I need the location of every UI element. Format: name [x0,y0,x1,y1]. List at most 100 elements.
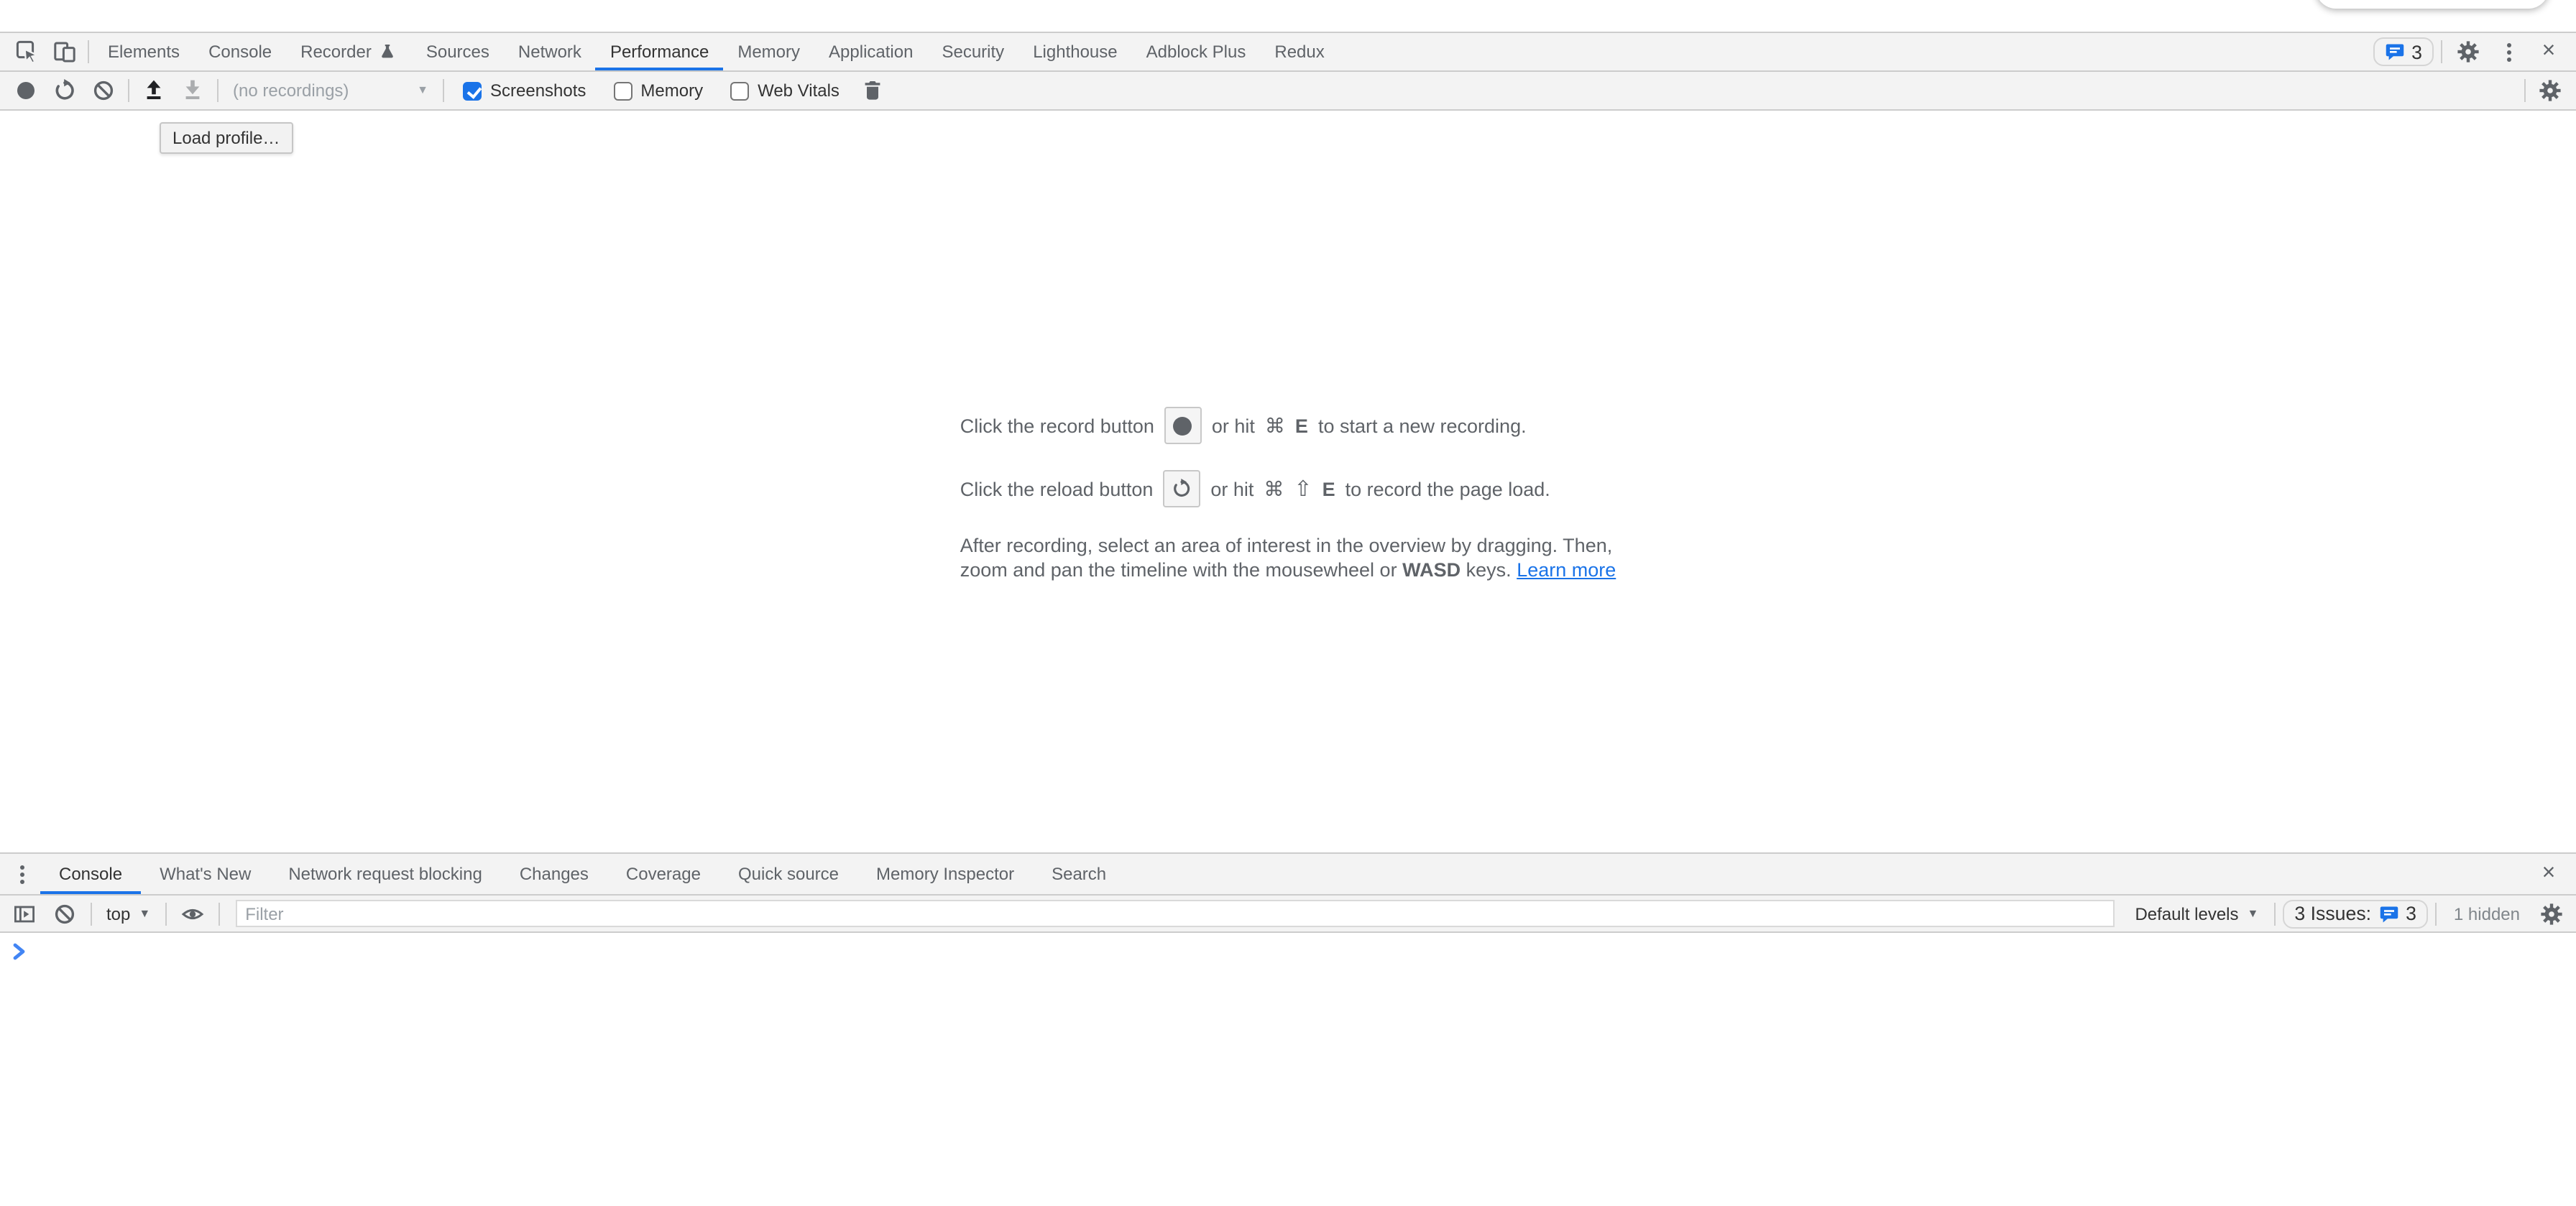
tab-label: Console [208,42,272,62]
record-button-illustration[interactable] [1164,407,1202,444]
record-instruction-row: Click the record button or hit ⌘ E to st… [960,407,1616,444]
tab-sources[interactable]: Sources [412,33,504,70]
console-messages-area[interactable] [0,933,2576,1206]
drawer-tab-search[interactable]: Search [1033,854,1125,894]
cmd-key-glyph: ⌘ [1264,477,1284,501]
load-profile-button[interactable] [135,72,172,109]
main-tabbar: Elements Console Recorder Sources Networ… [0,32,2576,72]
close-icon: × [2542,862,2556,885]
tab-recorder[interactable]: Recorder [286,33,412,70]
tab-performance[interactable]: Performance [596,33,723,70]
web-vitals-checkbox-group[interactable]: Web Vitals [730,80,840,101]
memory-checkbox[interactable] [613,81,632,100]
issues-icon [2384,42,2404,62]
capture-settings-button[interactable] [2531,72,2569,109]
drawer-tab-quick-source[interactable]: Quick source [719,854,857,894]
save-profile-button[interactable] [174,72,211,109]
tab-memory[interactable]: Memory [723,33,814,70]
issues-counter-button[interactable]: 3 [2373,37,2434,66]
javascript-context-select[interactable]: top ▼ [99,903,157,924]
more-options-button[interactable] [2490,33,2527,70]
kebab-menu-icon [2506,42,2511,61]
tab-lighthouse[interactable]: Lighthouse [1018,33,1131,70]
device-toolbar-button[interactable] [46,33,83,70]
inspect-element-button[interactable] [9,33,46,70]
divider [88,40,89,63]
drawer-tab-network-request-blocking[interactable]: Network request blocking [270,854,500,894]
gear-icon [2457,40,2480,63]
create-live-expression-button[interactable] [173,895,211,932]
device-toolbar-icon [53,40,76,63]
tab-label: Redux [1274,42,1324,62]
tab-label: Console [59,864,122,884]
console-issues-button[interactable]: 3 Issues: 3 [2283,899,2428,928]
memory-checkbox-group[interactable]: Memory [613,80,703,101]
clear-console-button[interactable] [46,895,83,932]
beaker-icon [379,42,397,61]
tab-elements[interactable]: Elements [93,33,194,70]
issues-count: 3 [2411,41,2422,63]
close-drawer-button[interactable]: × [2530,855,2567,893]
checkbox-label: Memory [640,80,703,101]
kebab-menu-icon [19,865,24,883]
gear-icon [2539,79,2562,102]
divider [2274,902,2276,925]
tab-label: Adblock Plus [1146,42,1246,62]
wasd-keys-text: WASD [1402,559,1460,581]
instruction-text: Click the reload button [960,478,1154,500]
drawer-tab-whats-new[interactable]: What's New [141,854,270,894]
clear-icon [92,79,115,102]
record-button[interactable] [7,72,45,109]
console-settings-button[interactable] [2533,895,2570,932]
tabbar-right-controls: 3 × [2373,33,2576,70]
drawer-tab-console[interactable]: Console [40,854,141,894]
garbage-collect-button[interactable] [854,72,891,109]
devtools-window: Elements Console Recorder Sources Networ… [0,0,2576,1206]
close-devtools-button[interactable]: × [2530,33,2567,70]
console-filter-input[interactable] [235,900,2115,927]
tab-security[interactable]: Security [927,33,1018,70]
console-toolbar: top ▼ Default levels ▼ 3 Issues: 3 1 hid… [0,896,2576,933]
log-levels-select[interactable]: Default levels ▼ [2126,903,2267,924]
trash-icon [861,79,884,102]
download-icon [181,79,204,102]
recordings-select[interactable]: (no recordings) ▼ [224,75,437,106]
settings-button[interactable] [2450,33,2487,70]
reload-and-record-button[interactable] [46,72,83,109]
drawer-more-tools-button[interactable] [3,855,40,893]
issues-label: 3 Issues: [2294,903,2371,924]
shift-key-glyph: ⇧ [1294,476,1312,502]
tab-adblock-plus[interactable]: Adblock Plus [1132,33,1261,70]
record-icon [17,82,34,99]
web-vitals-checkbox[interactable] [730,81,749,100]
screenshots-checkbox[interactable] [463,81,482,100]
tooltip-text: Load profile… [172,128,280,148]
tab-label: Network [518,42,581,62]
drawer-tab-coverage[interactable]: Coverage [607,854,719,894]
reload-instruction-row: Click the reload button or hit ⌘ ⇧ E to … [960,470,1616,507]
browser-popup-remnant [2316,0,2549,9]
reload-button-illustration[interactable] [1163,470,1200,507]
instruction-text: to start a new recording. [1318,415,1527,436]
clear-recordings-button[interactable] [85,72,122,109]
tab-redux[interactable]: Redux [1260,33,1338,70]
levels-select-value: Default levels [2135,903,2238,924]
context-select-value: top [106,903,130,924]
cmd-key-glyph: ⌘ [1265,413,1285,438]
divider [2524,79,2526,102]
divider [443,79,444,102]
tab-label: What's New [160,864,251,884]
learn-more-link[interactable]: Learn more [1517,559,1616,581]
drawer-tab-memory-inspector[interactable]: Memory Inspector [857,854,1033,894]
drawer-tab-changes[interactable]: Changes [501,854,607,894]
inspect-icon [16,40,39,63]
tab-label: Memory [737,42,800,62]
tab-console[interactable]: Console [194,33,286,70]
checkbox-label: Screenshots [490,80,586,101]
page-background-strip [0,0,2576,32]
tab-application[interactable]: Application [814,33,927,70]
tab-network[interactable]: Network [504,33,596,70]
tab-label: Elements [108,42,180,62]
screenshots-checkbox-group[interactable]: Screenshots [463,80,586,101]
show-console-sidebar-button[interactable] [6,895,43,932]
